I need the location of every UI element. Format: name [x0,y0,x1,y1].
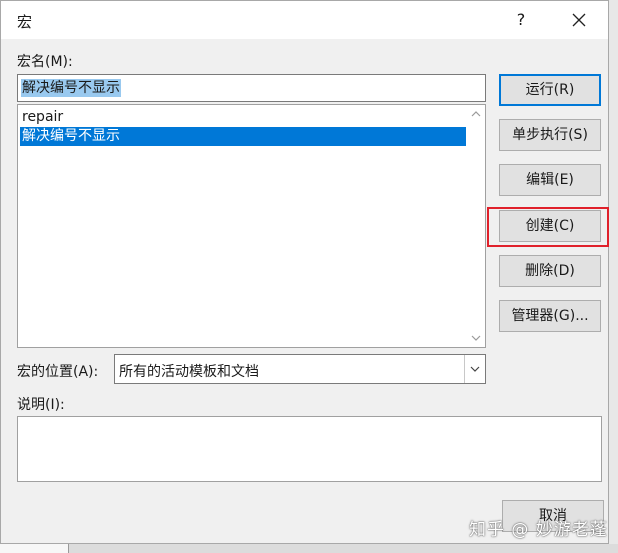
vertical-scrollbar[interactable] [467,105,485,347]
run-button[interactable]: 运行(R) [499,74,601,106]
dialog-title: 宏 [17,13,33,31]
list-item[interactable]: 解决编号不显示 [20,127,466,146]
description-label: 说明(I): [17,397,65,413]
organizer-button[interactable]: 管理器(G)... [499,300,601,332]
scroll-down-icon[interactable] [471,335,481,341]
close-icon [572,13,586,27]
create-button[interactable]: 创建(C) [499,210,601,242]
dropdown-button[interactable] [464,355,485,383]
edit-button[interactable]: 编辑(E) [499,164,601,196]
macro-location-label: 宏的位置(A): [17,364,99,380]
macro-list[interactable]: repair 解决编号不显示 [17,104,486,348]
macro-name-label: 宏名(M): [17,54,73,70]
list-item[interactable]: repair [20,108,466,127]
macro-name-input[interactable]: 解决编号不显示 [17,74,486,102]
macro-location-value: 所有的活动模板和文档 [119,364,259,380]
title-bar: 宏 ? [1,1,608,39]
watermark: 知乎 @ 妙游老蓬 [469,520,608,540]
step-into-button[interactable]: 单步执行(S) [499,119,601,151]
help-button[interactable]: ? [506,5,536,35]
macros-dialog: 宏 ? 宏名(M): 解决编号不显示 repair 解决编号不显示 宏的位置(A… [0,0,609,544]
macro-name-value: 解决编号不显示 [21,79,121,97]
description-field[interactable] [17,416,602,482]
macro-location-select[interactable]: 所有的活动模板和文档 [114,354,486,384]
background-strip [0,544,618,553]
scroll-up-icon[interactable] [471,111,481,117]
background-panel [0,544,69,553]
close-button[interactable] [561,5,597,35]
chevron-down-icon [470,366,480,372]
delete-button[interactable]: 删除(D) [499,255,601,287]
